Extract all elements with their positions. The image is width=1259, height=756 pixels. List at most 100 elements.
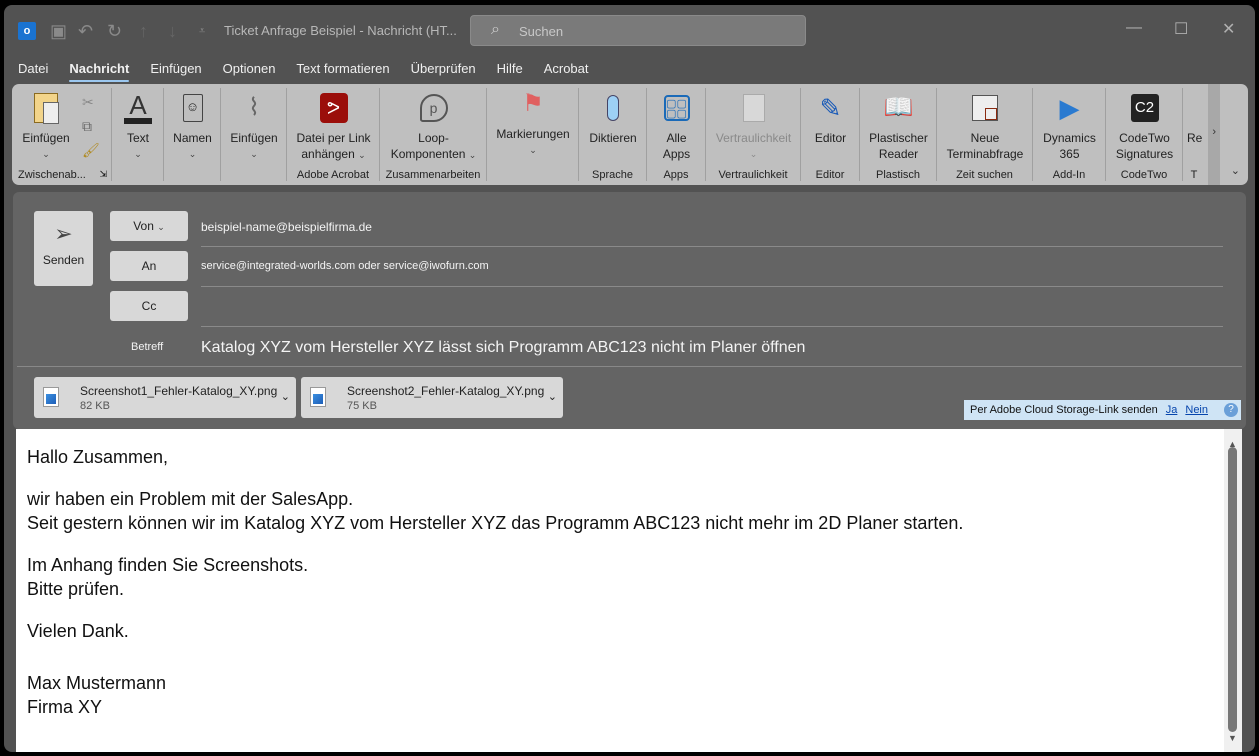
group-label: Editor (815, 169, 845, 181)
body-line: Im Anhang finden Sie Screenshots. (27, 555, 309, 575)
cc-button[interactable]: Cc (110, 291, 188, 321)
customize-toolbar-icon[interactable]: ⩡ (199, 22, 205, 40)
tab-datei[interactable]: Datei (18, 61, 58, 82)
subject-label: Betreff (131, 341, 164, 353)
attachment-name: Screenshot1_Fehler-Katalog_XY.png (80, 384, 278, 398)
chevron-down-icon: ⌄ (157, 222, 165, 232)
names-button[interactable]: ☺ Namen ⌄ (164, 88, 221, 162)
from-label: Von (133, 219, 154, 233)
cloud-yes-link[interactable]: Ja (1166, 404, 1178, 416)
attach-link-button[interactable]: ᕗ Datei per Link anhängen ⌄ (287, 88, 380, 163)
attach-link-label-2: anhängen (301, 147, 355, 161)
to-field[interactable]: service@integrated-worlds.com oder servi… (201, 260, 489, 272)
image-file-icon (43, 387, 59, 407)
divider (201, 286, 1223, 287)
redo-icon[interactable]: ↻ (107, 22, 122, 40)
address-book-icon: ☺ (164, 88, 221, 128)
format-painter-icon[interactable]: 🖌 (82, 142, 100, 159)
chevron-down-icon[interactable]: ⌄ (548, 390, 557, 403)
ribbon-expand-icon[interactable]: ⌄ (1231, 164, 1240, 177)
group-markierungen: ⚑ Markierungen ⌄ (487, 88, 579, 181)
from-field[interactable]: beispiel-name@beispielfirma.de (201, 220, 372, 234)
dynamics-logo-icon: ▶ (1059, 93, 1080, 123)
ribbon-scroll-right-icon[interactable]: › (1212, 126, 1216, 138)
cloud-no-link[interactable]: Nein (1185, 404, 1208, 416)
dynamics-button[interactable]: ▶ Dynamics 365 (1033, 88, 1106, 162)
attachment-item[interactable]: Screenshot1_Fehler-Katalog_XY.png 82 KB … (34, 377, 296, 418)
group-zusammenarbeiten: p Loop- Komponenten ⌄ Zusammenarbeiten (380, 88, 487, 181)
outlook-compose-window: o ▣ ↶ ↻ ↑ ↓ ⩡ Ticket Anfrage Beispiel - … (4, 5, 1255, 752)
ribbon: Einfügen ⌄ ✂ ⧉ 🖌 Zwischenab... ⇲ A Text ⌄ … (12, 84, 1248, 185)
dialog-launcher-icon[interactable]: ⇲ (99, 169, 107, 180)
codetwo-label: CodeTwo (1119, 131, 1170, 145)
body-line: Seit gestern können wir im Katalog XYZ v… (27, 513, 964, 533)
cut-icon[interactable]: ✂ (82, 94, 94, 111)
immersive-reader-button[interactable]: 📖 Plastischer Reader (860, 88, 937, 162)
group-label: Adobe Acrobat (296, 169, 370, 181)
group-label: Add-In (1052, 169, 1086, 181)
attachment-item[interactable]: Screenshot2_Fehler-Katalog_XY.png 75 KB … (301, 377, 563, 418)
tab-nachricht[interactable]: Nachricht (69, 61, 139, 82)
new-poll-button[interactable]: Neue Terminabfrage (937, 88, 1033, 162)
paste-label: Einfügen (22, 131, 70, 145)
group-label: T (1190, 169, 1198, 181)
group-label: Apps (663, 169, 689, 181)
cloud-text: Per Adobe Cloud Storage-Link senden (970, 404, 1158, 416)
chevron-down-icon[interactable]: ⌄ (281, 390, 290, 403)
to-button[interactable]: An (110, 251, 188, 281)
group-text: A Text ⌄ (112, 88, 164, 181)
from-button[interactable]: Von ⌄ (110, 211, 188, 241)
down-arrow-icon[interactable]: ↓ (168, 22, 177, 40)
outlook-logo-icon: o (18, 22, 36, 40)
loop-button[interactable]: p Loop- Komponenten ⌄ (380, 88, 487, 163)
copy-icon[interactable]: ⧉ (82, 118, 92, 135)
codetwo-logo-icon: C2 (1106, 88, 1183, 128)
group-codetwo: C2 CodeTwo Signatures CodeTwo (1106, 88, 1183, 181)
tab-optionen[interactable]: Optionen (223, 61, 286, 82)
microphone-icon (579, 88, 647, 128)
loop-label: Loop- (418, 131, 449, 145)
tab-einfuegen[interactable]: Einfügen (150, 61, 211, 82)
scroll-thumb[interactable] (1228, 447, 1237, 732)
group-label: Zwischenab... (18, 169, 86, 181)
dynamics-label-2: 365 (1059, 147, 1080, 161)
sensitivity-button[interactable]: Vertraulichkeit ⌄ (706, 88, 801, 162)
attachment-size: 75 KB (347, 400, 377, 412)
all-apps-button[interactable]: ▢▢ ▢▢ Alle Apps (647, 88, 706, 162)
undo-icon[interactable]: ↶ (78, 22, 93, 40)
maximize-button[interactable]: ☐ (1174, 19, 1188, 39)
divider (201, 326, 1223, 327)
group-label: Vertraulichkeit (718, 169, 788, 181)
subject-field[interactable]: Katalog XYZ vom Hersteller XYZ lässt sic… (201, 339, 805, 357)
flag-icon: ⚑ (522, 90, 544, 117)
poll-label-2: Terminabfrage (946, 147, 1024, 161)
group-label: Zeit suchen (956, 169, 1013, 181)
save-icon[interactable]: ▣ (50, 22, 67, 40)
attach-button[interactable]: ⌇ Einfügen ⌄ (221, 88, 287, 162)
reader-label: Plastischer (869, 131, 928, 145)
editor-button[interactable]: ✎ Editor (801, 88, 860, 146)
text-button[interactable]: A Text ⌄ (112, 88, 164, 162)
codetwo-button[interactable]: C2 CodeTwo Signatures (1106, 88, 1183, 162)
search-box[interactable]: ⌕ Suchen (470, 15, 806, 46)
immersive-reader-icon: 📖 (883, 94, 914, 121)
flags-button[interactable]: ⚑ Markierungen ⌄ (487, 84, 579, 158)
font-color-icon: A (112, 88, 164, 128)
tab-text-formatieren[interactable]: Text formatieren (296, 61, 399, 82)
tab-acrobat[interactable]: Acrobat (544, 61, 599, 82)
help-icon[interactable]: ? (1224, 403, 1238, 417)
paste-button[interactable]: Einfügen ⌄ (16, 88, 76, 162)
tab-ueberpruefen[interactable]: Überprüfen (411, 61, 486, 82)
scroll-down-icon[interactable]: ▼ (1228, 726, 1237, 750)
partial-button[interactable]: Re (1187, 130, 1202, 146)
group-einfuegen: ⌇ Einfügen ⌄ (221, 88, 287, 181)
body-scrollbar[interactable]: ▲ ▼ (1224, 429, 1242, 752)
codetwo-label-2: Signatures (1115, 147, 1174, 161)
close-button[interactable]: ✕ (1222, 19, 1235, 39)
message-body[interactable]: Hallo Zusammen, wir haben ein Problem mi… (16, 429, 1242, 752)
tab-hilfe[interactable]: Hilfe (497, 61, 533, 82)
send-button[interactable]: ➢ Senden (34, 211, 93, 286)
dictate-button[interactable]: Diktieren (579, 88, 647, 146)
minimize-button[interactable]: — (1126, 19, 1142, 37)
up-arrow-icon[interactable]: ↑ (139, 22, 148, 40)
